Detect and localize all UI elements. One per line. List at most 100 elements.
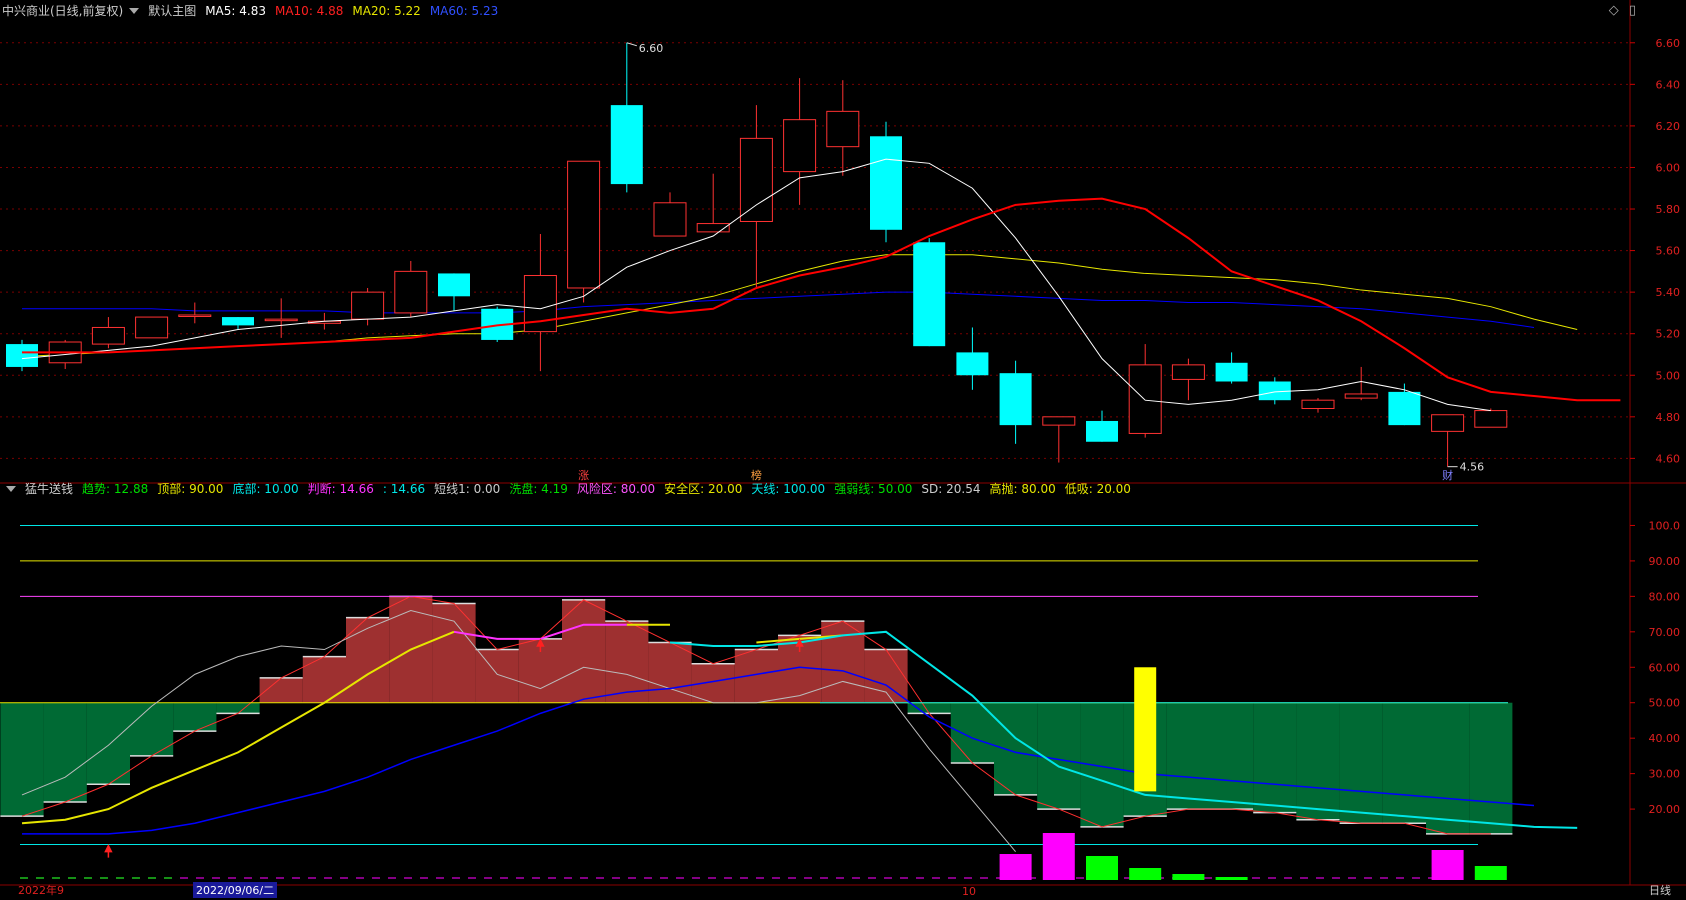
stock-title: 中兴商业(日线,前复权) [2, 4, 124, 18]
trend-bar-down [1339, 702, 1383, 824]
volume-bar [1129, 868, 1162, 880]
ind-tick-label: 20.00 [1649, 803, 1681, 816]
price-tick-label: 5.20 [1656, 328, 1681, 341]
ma60-label: MA60: 5.23 [429, 4, 499, 18]
volume-bar [1431, 850, 1464, 880]
candle-down [1086, 420, 1118, 442]
main-chart-header: 中兴商业(日线,前复权) 默认主图 MA5: 4.83 MA10: 4.88 M… [2, 2, 507, 20]
candle-up [264, 318, 298, 322]
candle-down [610, 105, 643, 185]
trend-bar-up [562, 599, 606, 703]
trend-bar-down [216, 702, 260, 714]
indicator-value-4: : 14.66 [382, 482, 426, 496]
ind-tick-label: 30.00 [1649, 768, 1681, 781]
trend-bar-down [0, 702, 44, 817]
ind-tick-label: 40.00 [1649, 732, 1681, 745]
trend-bar-down [86, 702, 130, 785]
indicator-value-6: 洗盘: 4.19 [509, 482, 568, 496]
candle-up [1474, 410, 1508, 428]
volume-bar [1172, 874, 1205, 880]
candle-down [913, 242, 946, 347]
kline-chart[interactable]: 6.60 6.40 6.20 6.00 5.80 5.60 5.40 5.20 5.00 4.80… [0, 0, 1686, 900]
indicator-menu-chevron-icon[interactable] [6, 486, 16, 492]
trend-bar-up [864, 649, 908, 703]
ind-tick-label: 100.0 [1649, 519, 1681, 532]
volume-bar [999, 854, 1032, 880]
price-tick-label: 6.20 [1656, 120, 1681, 133]
candle-up [1344, 393, 1378, 399]
candle-down [222, 317, 254, 326]
indicator-value-11: SD: 20.54 [921, 482, 981, 496]
event-mark: 财 [1442, 468, 1453, 482]
trend-bar-up [475, 649, 519, 703]
trend-bar-down [1166, 702, 1210, 810]
price-tick-label: 4.60 [1656, 452, 1681, 465]
candle-up [1301, 399, 1335, 410]
candle-up [91, 326, 125, 345]
candle-down [6, 344, 38, 367]
trend-bar-down [43, 702, 87, 802]
ma10-line [22, 197, 1621, 402]
indicator-value-8: 安全区: 20.00 [664, 482, 743, 496]
ind-tick-label: 70.00 [1649, 626, 1681, 639]
candle-down [1215, 362, 1248, 382]
candle-down [999, 373, 1032, 426]
candle-down [956, 352, 989, 376]
price-tick-label: 4.80 [1656, 411, 1681, 424]
period-label: 日线 [1649, 884, 1671, 897]
trend-bar-down [1469, 702, 1513, 834]
volume-bar [1042, 833, 1075, 880]
ind-tick-label: 80.00 [1649, 590, 1681, 603]
price-tick-label: 5.40 [1656, 286, 1681, 299]
volume-bar [1474, 866, 1507, 880]
price-tick-label: 5.00 [1656, 369, 1681, 382]
trend-bar-down [1426, 702, 1470, 834]
indicator-value-7: 风险区: 80.00 [576, 482, 656, 496]
high-price-label: 6.60 [639, 42, 664, 55]
red-arrow-icon [104, 843, 113, 858]
date-start-label: 2022年9 [18, 884, 64, 897]
chart-controls: ◇ ▯ [1609, 3, 1636, 18]
diamond-icon[interactable]: ◇ [1609, 3, 1619, 18]
candle-up [1128, 364, 1162, 434]
indicator-value-9: 天线: 100.00 [751, 482, 826, 496]
candle-up [653, 202, 687, 237]
indicator-value-2: 底部: 10.00 [232, 482, 299, 496]
ma20-line [21, 254, 1578, 358]
ma20-label: MA20: 5.22 [352, 4, 421, 18]
candle-up [783, 119, 817, 173]
volume-bar [1086, 856, 1118, 880]
indicator-value-1: 顶部: 90.00 [157, 482, 224, 496]
candle-up [826, 110, 860, 148]
candle-up [567, 160, 601, 289]
price-tick-label: 5.80 [1656, 203, 1681, 216]
candle-down [870, 136, 902, 230]
trend-bar-down [130, 702, 174, 756]
indicator-value-13: 低吸: 20.00 [1064, 482, 1131, 496]
candle-down [438, 273, 470, 297]
trend-bar-down [173, 702, 217, 732]
candle-up [1431, 414, 1465, 432]
indicator-name[interactable]: 猛牛送钱 [25, 480, 73, 498]
chart-menu-chevron-icon[interactable] [129, 8, 140, 14]
volume-bar [1215, 877, 1248, 880]
candle-up [135, 316, 169, 339]
date-month-label: 10 [962, 885, 976, 898]
trend-bar-down [1296, 702, 1340, 820]
price-tick-label: 6.00 [1656, 161, 1681, 174]
candle-up [351, 291, 385, 320]
ind-tick-label: 50.00 [1649, 697, 1681, 710]
indicator-value-12: 高抛: 80.00 [989, 482, 1056, 496]
candle-up [1171, 364, 1205, 380]
ma5-label: MA5: 4.83 [205, 4, 266, 18]
indicator-header: 猛牛送钱 趋势: 12.88 顶部: 90.00 底部: 10.00 判断: 14.6… [2, 480, 1140, 498]
ind-tick-label: 60.00 [1649, 661, 1681, 674]
indicator-value-0: 趋势: 12.88 [82, 482, 149, 496]
candle-up [739, 137, 773, 222]
square-icon[interactable]: ▯ [1629, 3, 1636, 18]
candle-up [1042, 416, 1076, 426]
candle-up [394, 270, 428, 314]
main-chart-label[interactable]: 默认主图 [148, 2, 196, 20]
indicator-value-3: 判断: 14.66 [307, 482, 374, 496]
ma10-label: MA10: 4.88 [274, 4, 344, 18]
